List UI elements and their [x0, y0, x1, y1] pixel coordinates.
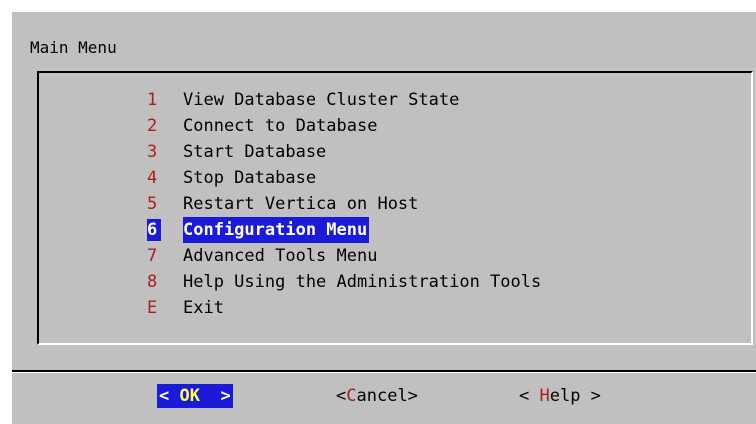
menu-item-8[interactable]: 8 Help Using the Administration Tools	[39, 269, 541, 295]
menu-item-tag: E	[147, 298, 158, 318]
menu-item-7[interactable]: 7 Advanced Tools Menu	[39, 243, 377, 269]
menu-item-1[interactable]: 1 View Database Cluster State	[39, 87, 459, 113]
ok-button-hotkey: OK	[179, 386, 200, 406]
menu-item-label: Configuration Menu	[183, 217, 370, 243]
menu-item-tag: 7	[147, 246, 158, 266]
dialog-title: Main Menu	[30, 38, 117, 57]
cancel-button-prefix: <	[336, 386, 347, 406]
menu-item-label: Stop Database	[183, 168, 317, 188]
menu-item-label: View Database Cluster State	[183, 90, 460, 110]
menu-item-6-selected[interactable]: 6 Configuration Menu	[39, 217, 370, 243]
menu-item-3[interactable]: 3 Start Database	[39, 139, 326, 165]
help-button-prefix: <	[519, 386, 540, 406]
help-button-hotkey: H	[539, 386, 550, 406]
menu-item-label: Restart Vertica on Host	[183, 194, 419, 214]
help-button[interactable]: < Help >	[519, 384, 601, 408]
menu-item-label: Start Database	[183, 142, 327, 162]
help-button-suffix: elp >	[549, 386, 601, 406]
cancel-button-suffix: ancel>	[356, 386, 418, 406]
menu-item-label: Connect to Database	[183, 116, 378, 136]
button-row-separator-highlight	[12, 372, 756, 373]
menu-list: 1 View Database Cluster State 2 Connect …	[37, 71, 753, 345]
cancel-button-hotkey: C	[346, 386, 357, 406]
ok-button[interactable]: < OK >	[157, 384, 233, 408]
menu-item-tag: 5	[147, 194, 158, 214]
menu-item-tag: 4	[147, 168, 158, 188]
menu-item-2[interactable]: 2 Connect to Database	[39, 113, 377, 139]
cancel-button[interactable]: <Cancel>	[336, 384, 418, 408]
menu-item-tag: 1	[147, 90, 158, 110]
menu-item-4[interactable]: 4 Stop Database	[39, 165, 316, 191]
menu-item-label: Advanced Tools Menu	[183, 246, 378, 266]
ok-button-suffix: >	[199, 386, 231, 406]
menu-item-tag: 6	[147, 219, 161, 241]
menu-item-exit[interactable]: E Exit	[39, 295, 224, 321]
menu-item-tag: 8	[147, 272, 158, 292]
ok-button-prefix: <	[159, 386, 180, 406]
menu-item-tag: 2	[147, 116, 158, 136]
menu-item-label: Help Using the Administration Tools	[183, 272, 542, 292]
menu-item-5[interactable]: 5 Restart Vertica on Host	[39, 191, 418, 217]
menu-item-tag: 3	[147, 142, 158, 162]
menu-item-label: Exit	[183, 298, 224, 318]
main-menu-dialog: Main Menu 1 View Database Cluster State …	[10, 10, 756, 424]
